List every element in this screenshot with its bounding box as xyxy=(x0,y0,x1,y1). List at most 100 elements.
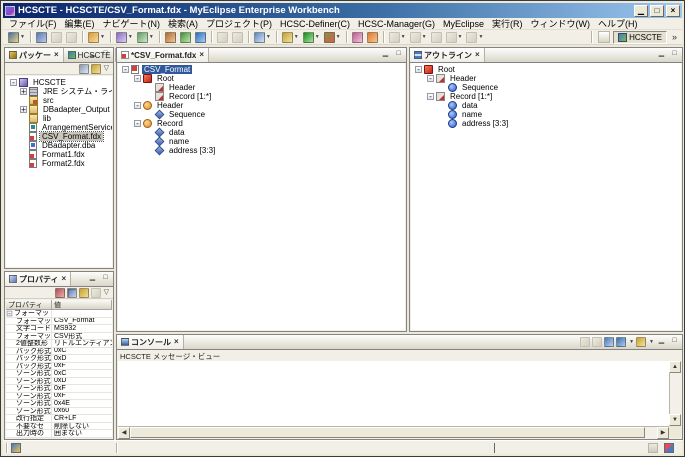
perspective-overflow-chevron[interactable]: » xyxy=(672,32,677,42)
next-annotation-button[interactable]: ▼ xyxy=(388,31,407,44)
menu-item[interactable]: 検索(A) xyxy=(164,17,202,30)
filter-properties-button[interactable] xyxy=(79,288,89,298)
dropdown-arrow-icon[interactable]: ▼ xyxy=(649,339,654,345)
property-row[interactable]: ゾーン形式0xC xyxy=(6,370,112,378)
tree-node-sequence[interactable]: Sequence xyxy=(120,110,405,119)
expander-icon[interactable]: - xyxy=(415,66,422,73)
maximize-window-button[interactable]: □ xyxy=(650,5,664,17)
minimize-view-button[interactable]: ▁ xyxy=(656,336,667,347)
maximize-view-button[interactable]: □ xyxy=(393,49,404,60)
clear-console-button[interactable] xyxy=(580,337,590,347)
tree-node-root[interactable]: -Root xyxy=(413,65,681,74)
display-selected-console-button[interactable] xyxy=(616,337,626,347)
console-output-area[interactable]: ▲ ▼ ◀ ▶ xyxy=(118,361,681,438)
collapse-all-button[interactable] xyxy=(79,64,89,74)
menu-item[interactable]: ヘルプ(H) xyxy=(594,17,642,30)
redo-button[interactable] xyxy=(231,31,244,44)
property-row[interactable]: 出力時の囲まない xyxy=(6,430,112,438)
tab-console[interactable]: コンソール × xyxy=(117,335,184,349)
fast-view-icon[interactable] xyxy=(11,443,21,453)
previous-annotation-button[interactable]: ▼ xyxy=(409,31,428,44)
new-web-component-button[interactable]: ▼ xyxy=(253,31,272,44)
dropdown-arrow-icon[interactable]: ▼ xyxy=(294,34,299,40)
menu-item[interactable]: 実行(R) xyxy=(488,17,527,30)
tree-node-dbadapter-output[interactable]: +DBadapter_Output xyxy=(8,105,112,114)
expander-icon[interactable]: - xyxy=(427,93,434,100)
menu-item[interactable]: ウィンドウ(W) xyxy=(527,17,595,30)
open-type-button[interactable] xyxy=(366,31,379,44)
expander-icon[interactable]: - xyxy=(122,66,129,73)
scroll-lock-button[interactable] xyxy=(592,337,602,347)
tree-node-header[interactable]: Header xyxy=(120,83,405,92)
property-row[interactable]: フォーマットCSV_Format xyxy=(6,318,112,326)
expander-icon[interactable]: + xyxy=(20,106,27,113)
tree-node-arrangementservice-wsdl[interactable]: ArrangementService.wsdl xyxy=(8,123,112,132)
dropdown-arrow-icon[interactable]: ▼ xyxy=(315,34,320,40)
pin-console-button[interactable] xyxy=(604,337,614,347)
minimize-view-button[interactable]: ▁ xyxy=(87,49,98,60)
tree-node-format1-fdx[interactable]: Format1.fdx xyxy=(8,150,112,159)
tree-node-csv-format[interactable]: -CSV_Format xyxy=(120,65,405,74)
tree-node-dbadapter-dba[interactable]: DBadapter.dba xyxy=(8,141,112,150)
dropdown-arrow-icon[interactable]: ▼ xyxy=(149,34,154,40)
new-wizard-button[interactable]: ▼ xyxy=(7,31,26,44)
tree-node-src[interactable]: src xyxy=(8,96,112,105)
menu-item[interactable]: MyEclipse xyxy=(439,19,488,29)
run-button[interactable]: ▼ xyxy=(302,31,321,44)
expander-icon[interactable]: + xyxy=(20,88,27,95)
dropdown-arrow-icon[interactable]: ▼ xyxy=(478,34,483,40)
close-window-button[interactable]: × xyxy=(666,5,680,17)
tree-node-format2-fdx[interactable]: Format2.fdx xyxy=(8,159,112,168)
menu-item[interactable]: ファイル(F) xyxy=(5,17,61,30)
minimize-view-button[interactable]: ▁ xyxy=(87,273,98,284)
open-web-browser-button[interactable] xyxy=(194,31,207,44)
close-icon[interactable]: × xyxy=(61,275,67,283)
external-tools-button[interactable]: ▼ xyxy=(281,31,300,44)
scroll-up-icon[interactable]: ▲ xyxy=(669,361,681,373)
tab-package-explorer[interactable]: パッケー × xyxy=(5,48,64,62)
property-row[interactable]: ゾーン形式0xD xyxy=(6,378,112,386)
filter-button[interactable] xyxy=(91,64,101,74)
property-row[interactable]: パック形式0xD xyxy=(6,355,112,363)
expander-icon[interactable]: - xyxy=(134,120,141,127)
debug-as-button[interactable]: ▼ xyxy=(115,31,134,44)
dropdown-arrow-icon[interactable]: ▼ xyxy=(336,34,341,40)
heap-status-icon[interactable] xyxy=(664,443,674,453)
open-console-button[interactable] xyxy=(636,337,646,347)
last-edit-location-button[interactable] xyxy=(430,31,443,44)
tab-outline[interactable]: アウトライン × xyxy=(410,48,485,62)
show-advanced-properties-button[interactable] xyxy=(55,288,65,298)
tree-node-sequence[interactable]: Sequence xyxy=(413,83,681,92)
tree-node-csv-format-fdx[interactable]: CSV_Format.fdx xyxy=(8,132,112,141)
expander-icon[interactable]: - xyxy=(134,102,141,109)
scroll-left-icon[interactable]: ◀ xyxy=(118,427,130,439)
tree-node-data[interactable]: data xyxy=(413,101,681,110)
dropdown-arrow-icon[interactable]: ▼ xyxy=(100,34,105,40)
property-row[interactable]: 2値整数形リトルエンディアン xyxy=(6,340,112,348)
debug-button[interactable]: ▼ xyxy=(323,31,342,44)
scroll-right-icon[interactable]: ▶ xyxy=(657,427,669,439)
tree-node-address-3-3[interactable]: address [3:3] xyxy=(413,119,681,128)
search-button[interactable] xyxy=(351,31,364,44)
expander-icon[interactable]: - xyxy=(134,75,141,82)
progress-indicator-icon[interactable] xyxy=(648,443,658,453)
property-row[interactable]: 改行指定CR+LF xyxy=(6,415,112,423)
property-row[interactable]: パック形式0xF xyxy=(6,363,112,371)
vertical-scrollbar[interactable]: ▲ ▼ xyxy=(669,361,681,426)
scroll-down-icon[interactable]: ▼ xyxy=(669,414,681,426)
tree-node-header[interactable]: -Header xyxy=(413,74,681,83)
minimize-window-button[interactable]: ▁ xyxy=(634,5,648,17)
scrollbar-thumb[interactable] xyxy=(130,427,645,438)
tab-properties[interactable]: プロパティ × xyxy=(5,272,71,286)
tree-node-lib[interactable]: lib xyxy=(8,114,112,123)
tree-node-record-1[interactable]: Record [1:*] xyxy=(120,92,405,101)
tree-node-root[interactable]: -Root xyxy=(120,74,405,83)
new-java-class-button[interactable] xyxy=(179,31,192,44)
tab-csv-format-editor[interactable]: *CSV_Format.fdx × xyxy=(117,48,209,62)
tree-node-record-1[interactable]: -Record [1:*] xyxy=(413,92,681,101)
column-value[interactable]: 値 xyxy=(52,300,112,309)
dropdown-arrow-icon[interactable]: ▼ xyxy=(422,34,427,40)
expander-icon[interactable]: - xyxy=(10,79,17,86)
maximize-view-button[interactable]: □ xyxy=(100,49,111,60)
new-java-package-button[interactable] xyxy=(164,31,177,44)
